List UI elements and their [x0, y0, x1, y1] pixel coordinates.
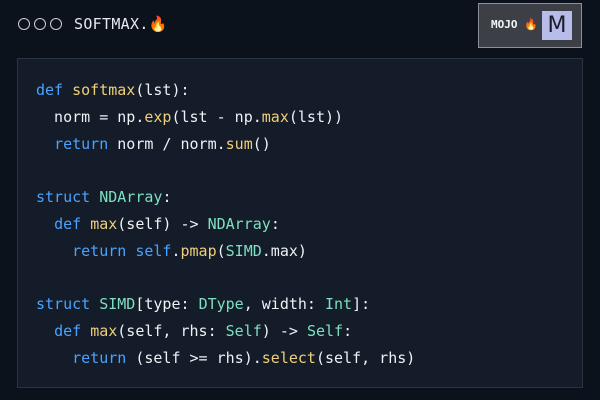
mojo-label-text: MOJO: [491, 18, 518, 31]
code-token: :: [162, 188, 172, 207]
code-token: exp: [144, 107, 172, 126]
code-token: , width:: [243, 295, 325, 314]
code-token: NDArray: [207, 214, 271, 233]
code-token: (): [252, 134, 271, 153]
code-token: (self, rhs:: [117, 322, 226, 341]
code-line: struct NDArray:: [36, 184, 415, 211]
code-token: def: [54, 322, 91, 341]
code-token: .max): [261, 241, 307, 260]
code-token: DType: [198, 295, 244, 314]
code-token: :: [343, 322, 353, 341]
code-token: pmap: [180, 241, 217, 260]
title-bar: SOFTMAX.🔥 MOJO 🔥 M: [0, 0, 600, 50]
code-token: NDArray: [99, 188, 163, 207]
code-token: struct: [36, 295, 100, 314]
code-token: max: [90, 214, 118, 233]
fire-icon: 🔥: [148, 15, 168, 33]
code-token: [type:: [135, 295, 199, 314]
mojo-label: MOJO 🔥: [491, 18, 538, 31]
code-token: return: [54, 134, 109, 153]
code-token: Self: [306, 322, 344, 341]
code-token: return: [72, 348, 127, 367]
code-token: ) ->: [261, 322, 307, 341]
code-token: (lst)): [288, 107, 344, 126]
code-token: ]:: [352, 295, 371, 314]
fire-icon: 🔥: [524, 18, 538, 31]
code-token: :: [270, 214, 280, 233]
code-token: norm / norm.: [108, 134, 226, 153]
window-dot-icon[interactable]: [18, 18, 30, 30]
code-token: sum: [225, 134, 253, 153]
window-dot-icon[interactable]: [50, 18, 62, 30]
code-block: def softmax(lst): norm = np.exp(lst - np…: [36, 77, 415, 372]
code-token: (self, rhs): [315, 348, 416, 367]
window-title-text: SOFTMAX.: [74, 15, 149, 33]
code-line: struct SIMD[type: DType, width: Int]:: [36, 291, 415, 318]
code-line: return self.pmap(SIMD.max): [36, 238, 415, 265]
code-token: (self) ->: [117, 214, 208, 233]
code-token: SIMD: [99, 295, 136, 314]
window-title: SOFTMAX.🔥: [74, 15, 168, 33]
modular-logo-icon: M: [542, 11, 572, 40]
code-token: norm = np.: [36, 107, 145, 126]
code-line: return (self >= rhs).select(self, rhs): [36, 345, 415, 372]
code-token: max: [261, 107, 289, 126]
code-panel: def softmax(lst): norm = np.exp(lst - np…: [17, 58, 583, 388]
code-token: max: [90, 322, 118, 341]
code-token: self: [135, 241, 172, 260]
mojo-badge: MOJO 🔥 M: [478, 3, 582, 48]
code-token: select: [261, 348, 316, 367]
code-line: def max(self) -> NDArray:: [36, 211, 415, 238]
code-token: (lst):: [135, 81, 190, 99]
code-token: (lst - np.: [171, 107, 262, 126]
code-token: return: [72, 241, 136, 260]
code-line: norm = np.exp(lst - np.max(lst)): [36, 104, 415, 131]
code-token: def: [54, 214, 91, 233]
code-token: .: [171, 241, 181, 260]
code-token: Int: [325, 295, 353, 314]
code-token: (self >= rhs).: [126, 348, 262, 367]
code-token: def: [36, 81, 73, 99]
code-window: SOFTMAX.🔥 MOJO 🔥 M def softmax(lst): nor…: [0, 0, 600, 400]
code-line: return norm / norm.sum(): [36, 131, 415, 158]
code-token: struct: [36, 188, 100, 207]
code-token: SIMD: [225, 241, 262, 260]
window-dot-icon[interactable]: [34, 18, 46, 30]
code-line: def max(self, rhs: Self) -> Self:: [36, 318, 415, 345]
window-controls: [18, 18, 62, 30]
code-token: softmax: [72, 81, 136, 99]
code-token: Self: [225, 322, 262, 341]
code-line: def softmax(lst):: [36, 77, 415, 104]
code-token: (: [216, 241, 226, 260]
